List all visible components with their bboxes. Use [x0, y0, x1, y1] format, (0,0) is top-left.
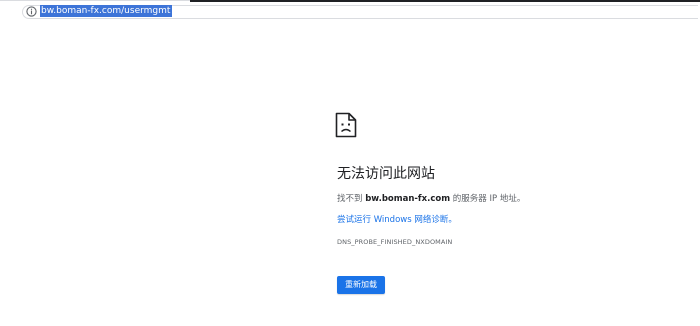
description-host: bw.boman-fx.com — [365, 194, 451, 204]
info-icon[interactable] — [26, 6, 37, 17]
description-prefix: 找不到 — [337, 194, 366, 204]
reload-button[interactable]: 重新加载 — [337, 276, 385, 294]
tab-strip-edge — [190, 0, 700, 2]
url-text[interactable]: bw.boman-fx.com/usermgmt — [40, 5, 173, 17]
error-title: 无法访问此网站 — [337, 166, 435, 182]
network-diagnostics-link[interactable]: 尝试运行 Windows 网络诊断。 — [337, 213, 457, 225]
sad-page-icon — [335, 112, 357, 138]
error-description: 找不到 bw.boman-fx.com 的服务器 IP 地址。 — [337, 192, 525, 204]
description-suffix: 的服务器 IP 地址。 — [450, 194, 526, 204]
error-code: DNS_PROBE_FINISHED_NXDOMAIN — [337, 238, 453, 246]
